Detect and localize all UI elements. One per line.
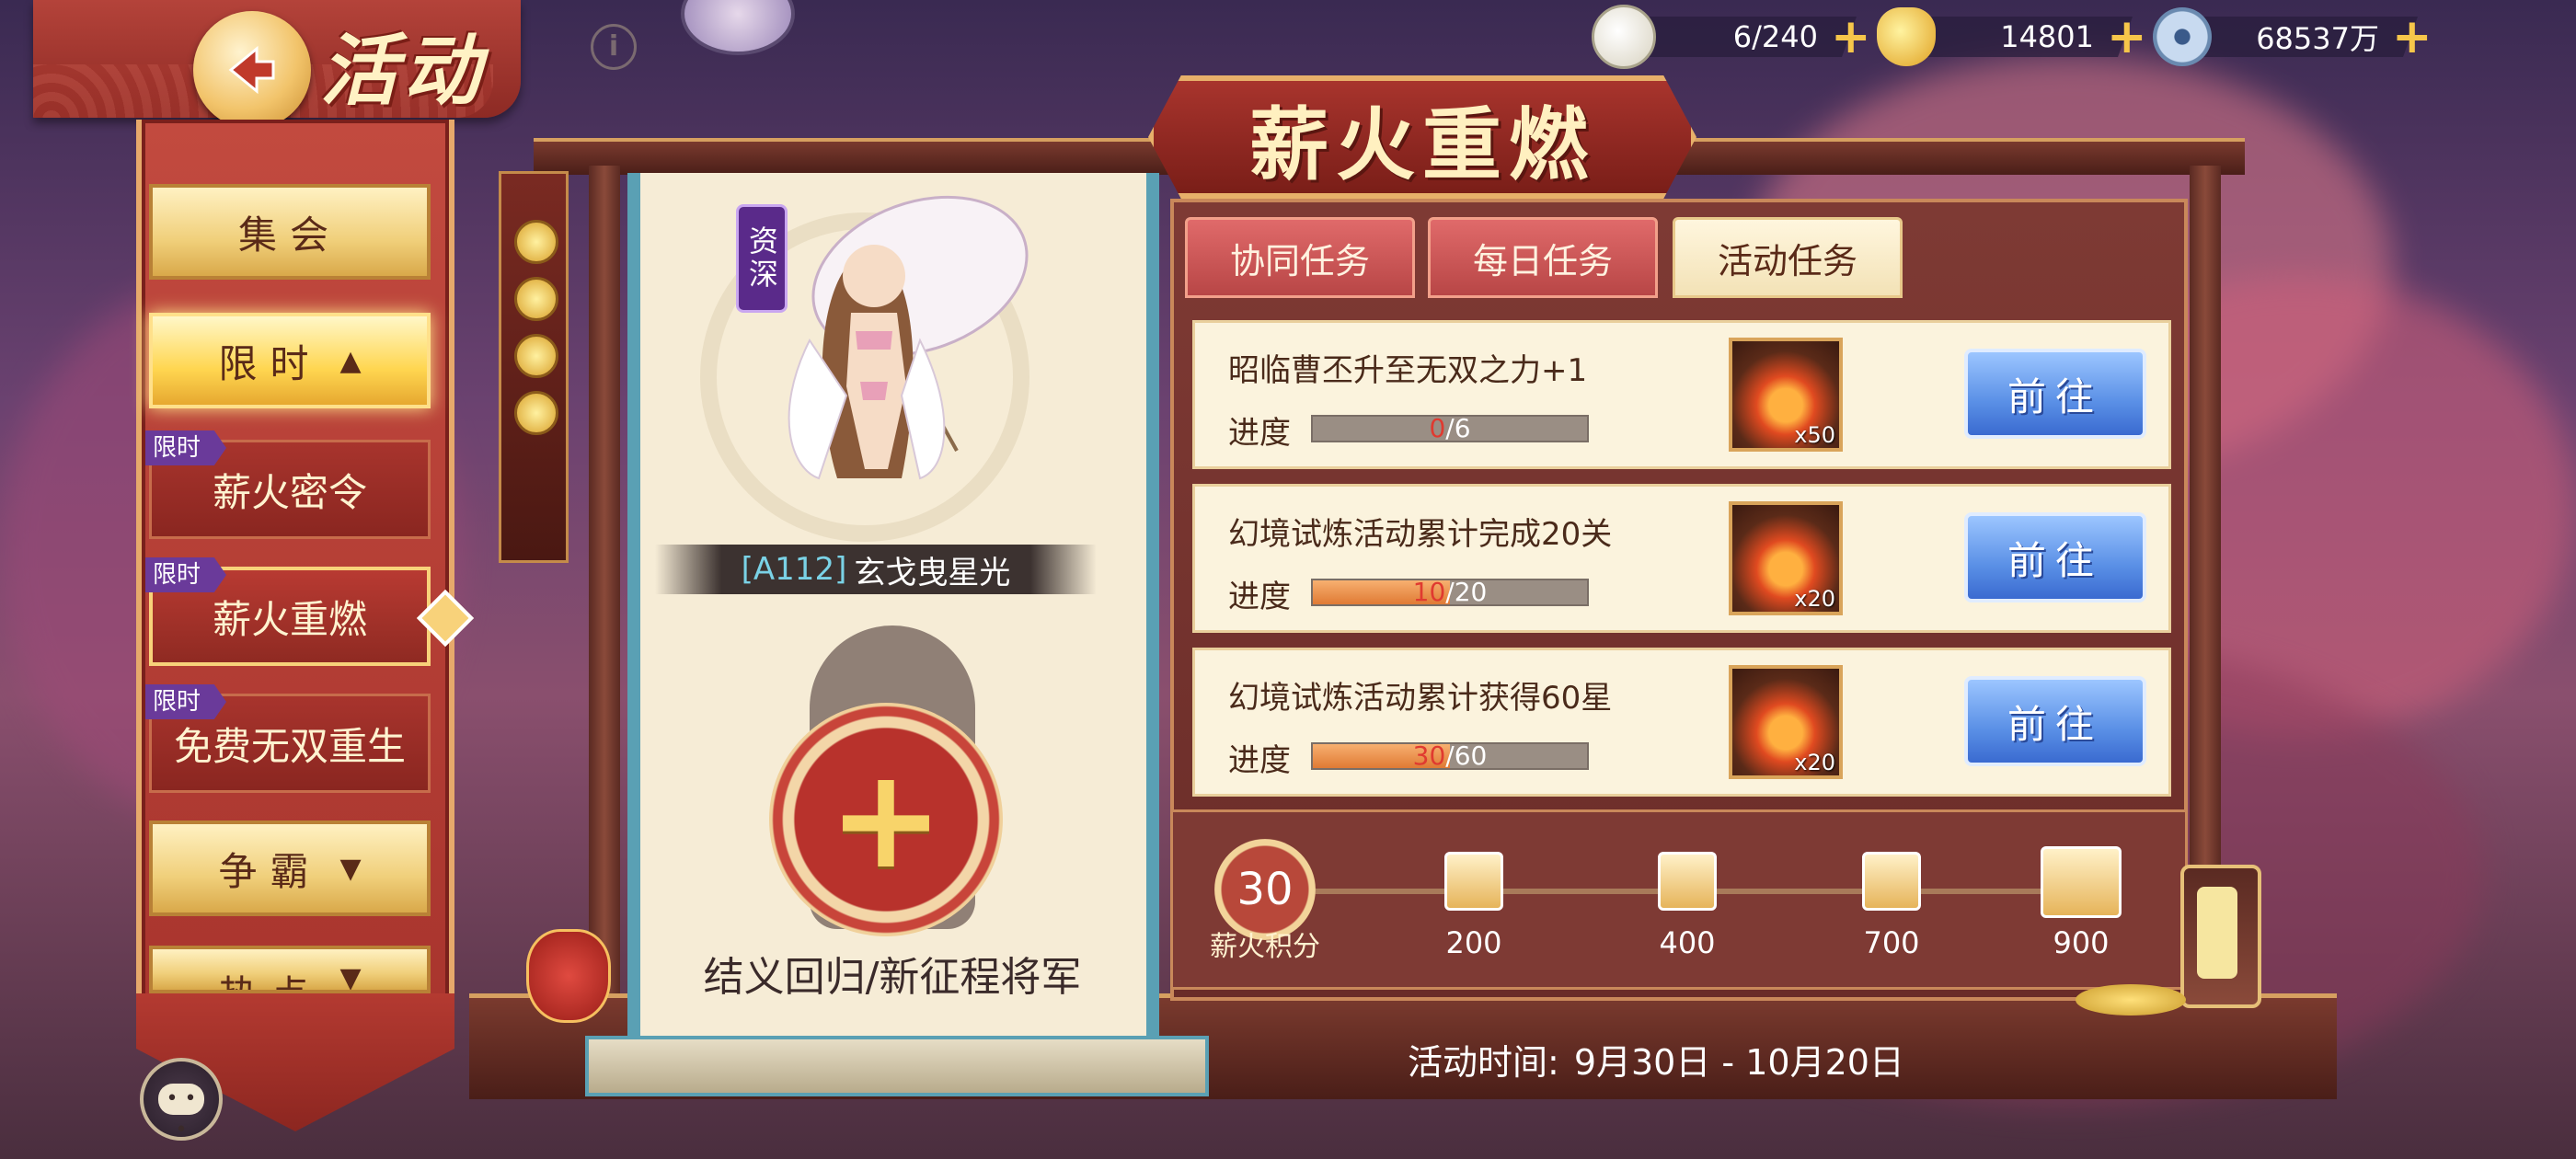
frame-pillar [589, 166, 620, 1049]
event-time-range: 9月30日 - 10月20日 [1573, 1042, 1904, 1083]
task-progress-bar: 10/20 [1311, 577, 1589, 607]
coin-icon [514, 391, 558, 435]
gold-ingot-icon [1877, 7, 1936, 66]
currency-stamina: 6/240 + [1592, 5, 1871, 69]
reward-count: x20 [1794, 586, 1835, 612]
go-button[interactable]: 前往 [1964, 676, 2146, 766]
event-time-label: 活动时间: [1408, 1042, 1559, 1083]
task-progress-label: 进度 [1228, 415, 1291, 452]
currency-coin: 68537万 + [2153, 7, 2432, 66]
limited-tag: 限时 [145, 684, 226, 719]
sidebar-item-hot[interactable]: 热点 ▼ [149, 946, 431, 993]
milestone-label: 200 [1445, 925, 1502, 960]
chest-icon[interactable] [1658, 852, 1717, 911]
add-gold-button[interactable]: + [2107, 13, 2147, 61]
milestone-label: 700 [1863, 925, 1920, 960]
chevron-down-icon: ▼ [339, 962, 362, 993]
fire-reward-icon[interactable]: x20 [1729, 665, 1843, 779]
add-hero-button[interactable]: + [769, 703, 1003, 936]
points-label: 薪火积分 [1210, 931, 1320, 963]
coin-icon [514, 220, 558, 264]
currency-gold: 14801 + [1877, 7, 2147, 66]
back-button[interactable] [193, 11, 311, 129]
chevron-up-icon: ▲ [339, 344, 362, 377]
task-row: 幻境试炼活动累计完成20关 进度 10/20 x20 前往 [1192, 484, 2171, 633]
hero-name-bar: [A112] 玄戈曳星光 [655, 545, 1097, 594]
task-progress-bar: 0/6 [1311, 413, 1589, 443]
task-progress-bar: 30/60 [1311, 740, 1589, 771]
sidebar-item-label: 薪火密令 [212, 469, 367, 515]
info-icon[interactable]: i [591, 24, 637, 70]
chest-icon[interactable] [1862, 852, 1921, 911]
go-button[interactable]: 前往 [1964, 349, 2146, 439]
event-title: 薪火重燃 [1249, 98, 1595, 191]
big-chest-icon[interactable] [2041, 846, 2122, 918]
chevron-down-icon: ▼ [339, 852, 362, 885]
recruit-label: 结义回归/新征程将军 [703, 954, 1082, 1001]
stamina-value: 6/240 [1732, 19, 1818, 54]
coin-hanger [499, 171, 569, 563]
task-title: 幻境试炼活动累计获得60星 [1228, 680, 1613, 717]
lantern-icon [2180, 865, 2261, 1008]
avatar[interactable] [681, 0, 795, 55]
limited-tag: 限时 [145, 430, 226, 465]
coin-pile-icon [2076, 984, 2186, 1016]
hero-name: 玄戈曳星光 [854, 554, 1011, 591]
tab-daily-tasks[interactable]: 每日任务 [1428, 217, 1658, 298]
chat-button[interactable] [140, 1058, 223, 1146]
gold-value: 14801 [2000, 19, 2094, 54]
coin-value: 68537万 [2256, 21, 2379, 56]
scroll-roller [585, 1036, 1209, 1096]
task-progress-label: 进度 [1228, 742, 1291, 779]
milestone-label: 400 [1659, 925, 1716, 960]
sidebar-item-compete[interactable]: 争霸 ▼ [149, 820, 431, 916]
steamed-bun-icon [1592, 5, 1656, 69]
add-stamina-button[interactable]: + [1831, 13, 1871, 61]
task-progress-current: 30 [1412, 740, 1446, 771]
hero-rank-badge: 资深 [736, 204, 788, 313]
task-progress-total: /6 [1445, 413, 1471, 443]
lucky-pouch-icon [526, 929, 611, 1023]
tab-event-tasks[interactable]: 活动任务 [1673, 217, 1903, 298]
sidebar-item-label: 薪火重燃 [212, 596, 367, 642]
sidebar-item-label: 热点 [218, 964, 321, 990]
fire-reward-icon[interactable]: x20 [1729, 501, 1843, 615]
back-arrow-icon [228, 45, 275, 95]
limited-tag: 限时 [145, 557, 226, 592]
sidebar-item-label: 免费无双重生 [173, 723, 406, 769]
reward-count: x20 [1794, 750, 1835, 775]
page-title: 活动 [320, 25, 487, 116]
go-button[interactable]: 前往 [1964, 512, 2146, 602]
task-title: 幻境试炼活动累计完成20关 [1228, 516, 1613, 553]
task-progress-total: /20 [1445, 577, 1488, 607]
coin-icon [514, 334, 558, 378]
sidebar-item-limited[interactable]: 限时 ▲ [149, 313, 431, 408]
task-progress-current: 10 [1412, 577, 1446, 607]
milestone-label: 900 [2053, 925, 2110, 960]
hero-code: [A112] [741, 551, 847, 588]
chest-icon[interactable] [1444, 852, 1503, 911]
add-coin-button[interactable]: + [2392, 13, 2432, 61]
coin-icon [2153, 7, 2212, 66]
sidebar-item-label: 限时 [218, 340, 322, 386]
chat-icon [158, 1084, 204, 1146]
sidebar-item-gathering[interactable]: 集会 [149, 184, 431, 280]
event-time: 活动时间: 9月30日 - 10月20日 [1408, 1034, 1904, 1084]
sidebar-item-label: 争霸 [218, 848, 322, 894]
tab-cooperative-tasks[interactable]: 协同任务 [1185, 217, 1415, 298]
task-progress-label: 进度 [1228, 579, 1291, 615]
fire-reward-icon[interactable]: x50 [1729, 338, 1843, 452]
task-progress-current: 0 [1429, 413, 1446, 443]
task-title: 昭临曹丕升至无双之力+1 [1228, 352, 1588, 389]
event-title-plaque: 薪火重燃 [1148, 75, 1696, 199]
task-progress-total: /60 [1445, 740, 1488, 771]
plus-icon: + [828, 740, 944, 900]
reward-count: x50 [1794, 422, 1835, 448]
task-row: 昭临曹丕升至无双之力+1 进度 0/6 x50 前往 [1192, 320, 2171, 469]
task-row: 幻境试炼活动累计获得60星 进度 30/60 x20 前往 [1192, 648, 2171, 797]
coin-icon [514, 277, 558, 321]
sidebar-item-label: 集会 [237, 212, 341, 258]
